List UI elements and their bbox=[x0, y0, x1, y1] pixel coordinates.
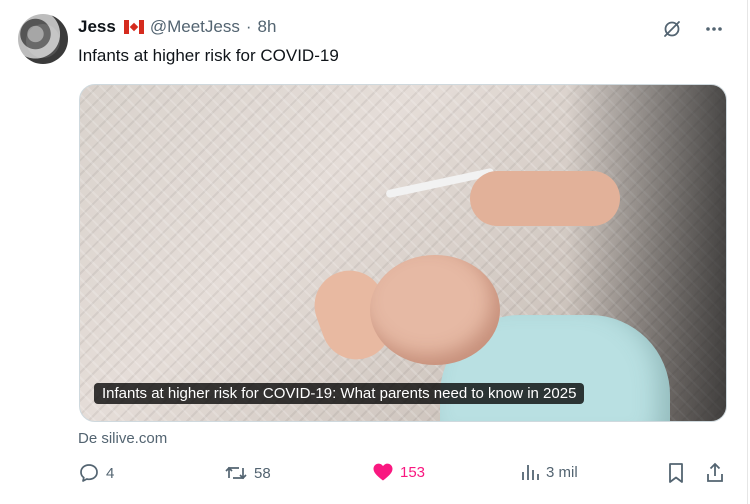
bookmark-icon bbox=[666, 462, 686, 484]
post-time[interactable]: 8h bbox=[258, 17, 277, 37]
share-icon bbox=[704, 462, 726, 484]
column-border bbox=[747, 0, 748, 504]
views-button[interactable]: 3 mil bbox=[520, 462, 578, 482]
baby-head bbox=[370, 255, 500, 365]
avatar[interactable] bbox=[18, 14, 68, 64]
author-name[interactable]: Jess bbox=[78, 17, 116, 37]
repost-button[interactable]: 58 bbox=[224, 462, 271, 484]
post-header: Jess @MeetJess · 8h bbox=[78, 16, 276, 38]
reply-button[interactable]: 4 bbox=[78, 462, 114, 484]
like-button[interactable]: 153 bbox=[372, 462, 425, 482]
repost-icon bbox=[224, 462, 248, 484]
reply-count: 4 bbox=[106, 464, 115, 482]
link-source[interactable]: De silive.com bbox=[78, 430, 167, 447]
author-handle[interactable]: @MeetJess bbox=[150, 17, 240, 37]
analytics-icon bbox=[520, 462, 540, 482]
reply-icon bbox=[78, 462, 100, 484]
separator: · bbox=[245, 17, 252, 36]
share-button[interactable] bbox=[704, 462, 726, 484]
media-card[interactable] bbox=[79, 84, 727, 422]
post-text: Infants at higher risk for COVID-19 bbox=[78, 46, 339, 65]
more-icon[interactable] bbox=[702, 17, 726, 41]
views-count: 3 mil bbox=[546, 463, 578, 481]
action-bar: 4 58 153 3 mil bbox=[78, 462, 726, 490]
heart-icon bbox=[372, 462, 394, 482]
top-actions bbox=[660, 17, 726, 41]
like-count: 153 bbox=[400, 463, 426, 481]
canada-flag-icon bbox=[123, 20, 144, 34]
bookmark-button[interactable] bbox=[666, 462, 686, 484]
media-caption[interactable]: Infants at higher risk for COVID-19: Wha… bbox=[94, 383, 585, 404]
repost-count: 58 bbox=[254, 464, 271, 482]
grok-icon[interactable] bbox=[660, 17, 684, 41]
adult-hand-top bbox=[470, 171, 620, 226]
